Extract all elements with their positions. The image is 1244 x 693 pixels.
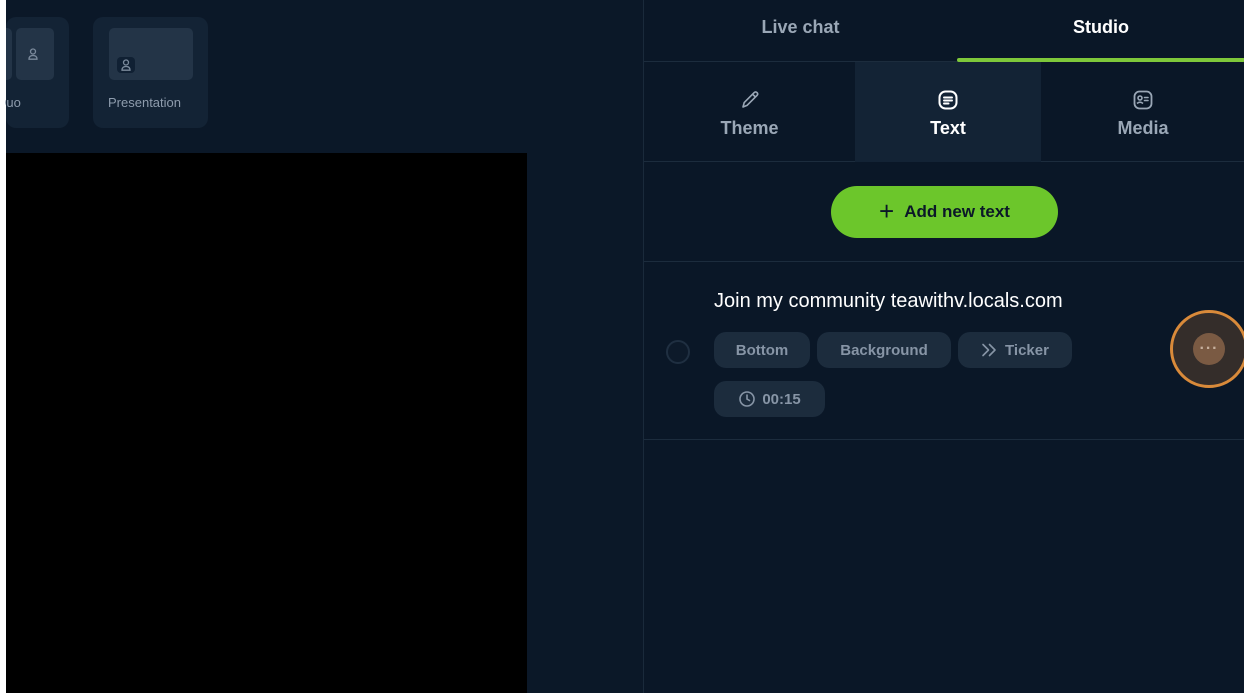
style-chip[interactable]: Background [817,332,951,368]
panel-tabs: Live chat Studio [644,0,1244,62]
person-icon [117,57,135,73]
plus-icon: + [879,195,895,226]
person-icon [24,46,42,62]
stage-preview [6,153,527,693]
studio-window: Duo Presentation Live chat Studio Theme [0,0,1244,693]
studio-subtabs: Theme Text Media [644,62,1244,162]
style-chip-label: Background [840,341,928,359]
subtab-text-label: Text [930,117,966,138]
layout-presentation-card[interactable]: Presentation [93,17,208,128]
clock-icon [738,390,756,408]
duration-chip[interactable]: 00:15 [714,381,825,417]
add-new-text-button[interactable]: + Add new text [831,186,1058,238]
media-id-icon [1129,86,1157,114]
more-options-button[interactable]: ··· [1170,310,1244,388]
pencil-icon [736,86,764,114]
subtab-media[interactable]: Media [1041,62,1244,162]
layout-thumb [6,28,12,80]
add-new-text-label: Add new text [904,202,1010,221]
tab-live-chat[interactable]: Live chat [644,0,957,62]
ticker-chip-label: Ticker [1005,341,1049,359]
text-item-select-radio[interactable] [666,340,690,364]
subtab-theme-label: Theme [720,117,779,138]
subtab-media-label: Media [1117,117,1169,138]
text-item-title: Join my community teawithv.locals.com [714,290,1063,312]
position-chip[interactable]: Bottom [714,332,810,368]
duration-chip-label: 00:15 [762,390,801,408]
text-item[interactable]: Join my community teawithv.locals.com Bo… [644,262,1244,440]
subtab-text[interactable]: Text [855,62,1041,162]
text-box-icon [934,86,962,114]
double-chevron-right-icon [981,343,999,357]
layout-duo-card[interactable]: Duo [5,17,69,128]
ellipsis-icon: ··· [1193,333,1225,365]
studio-panel: Live chat Studio Theme Text Media + Add … [643,0,1244,693]
tab-studio[interactable]: Studio [957,0,1244,62]
ticker-chip[interactable]: Ticker [958,332,1072,368]
add-text-row: + Add new text [644,162,1244,262]
position-chip-label: Bottom [735,341,789,359]
subtab-theme[interactable]: Theme [644,62,855,162]
layout-presentation-label: Presentation [108,95,181,110]
